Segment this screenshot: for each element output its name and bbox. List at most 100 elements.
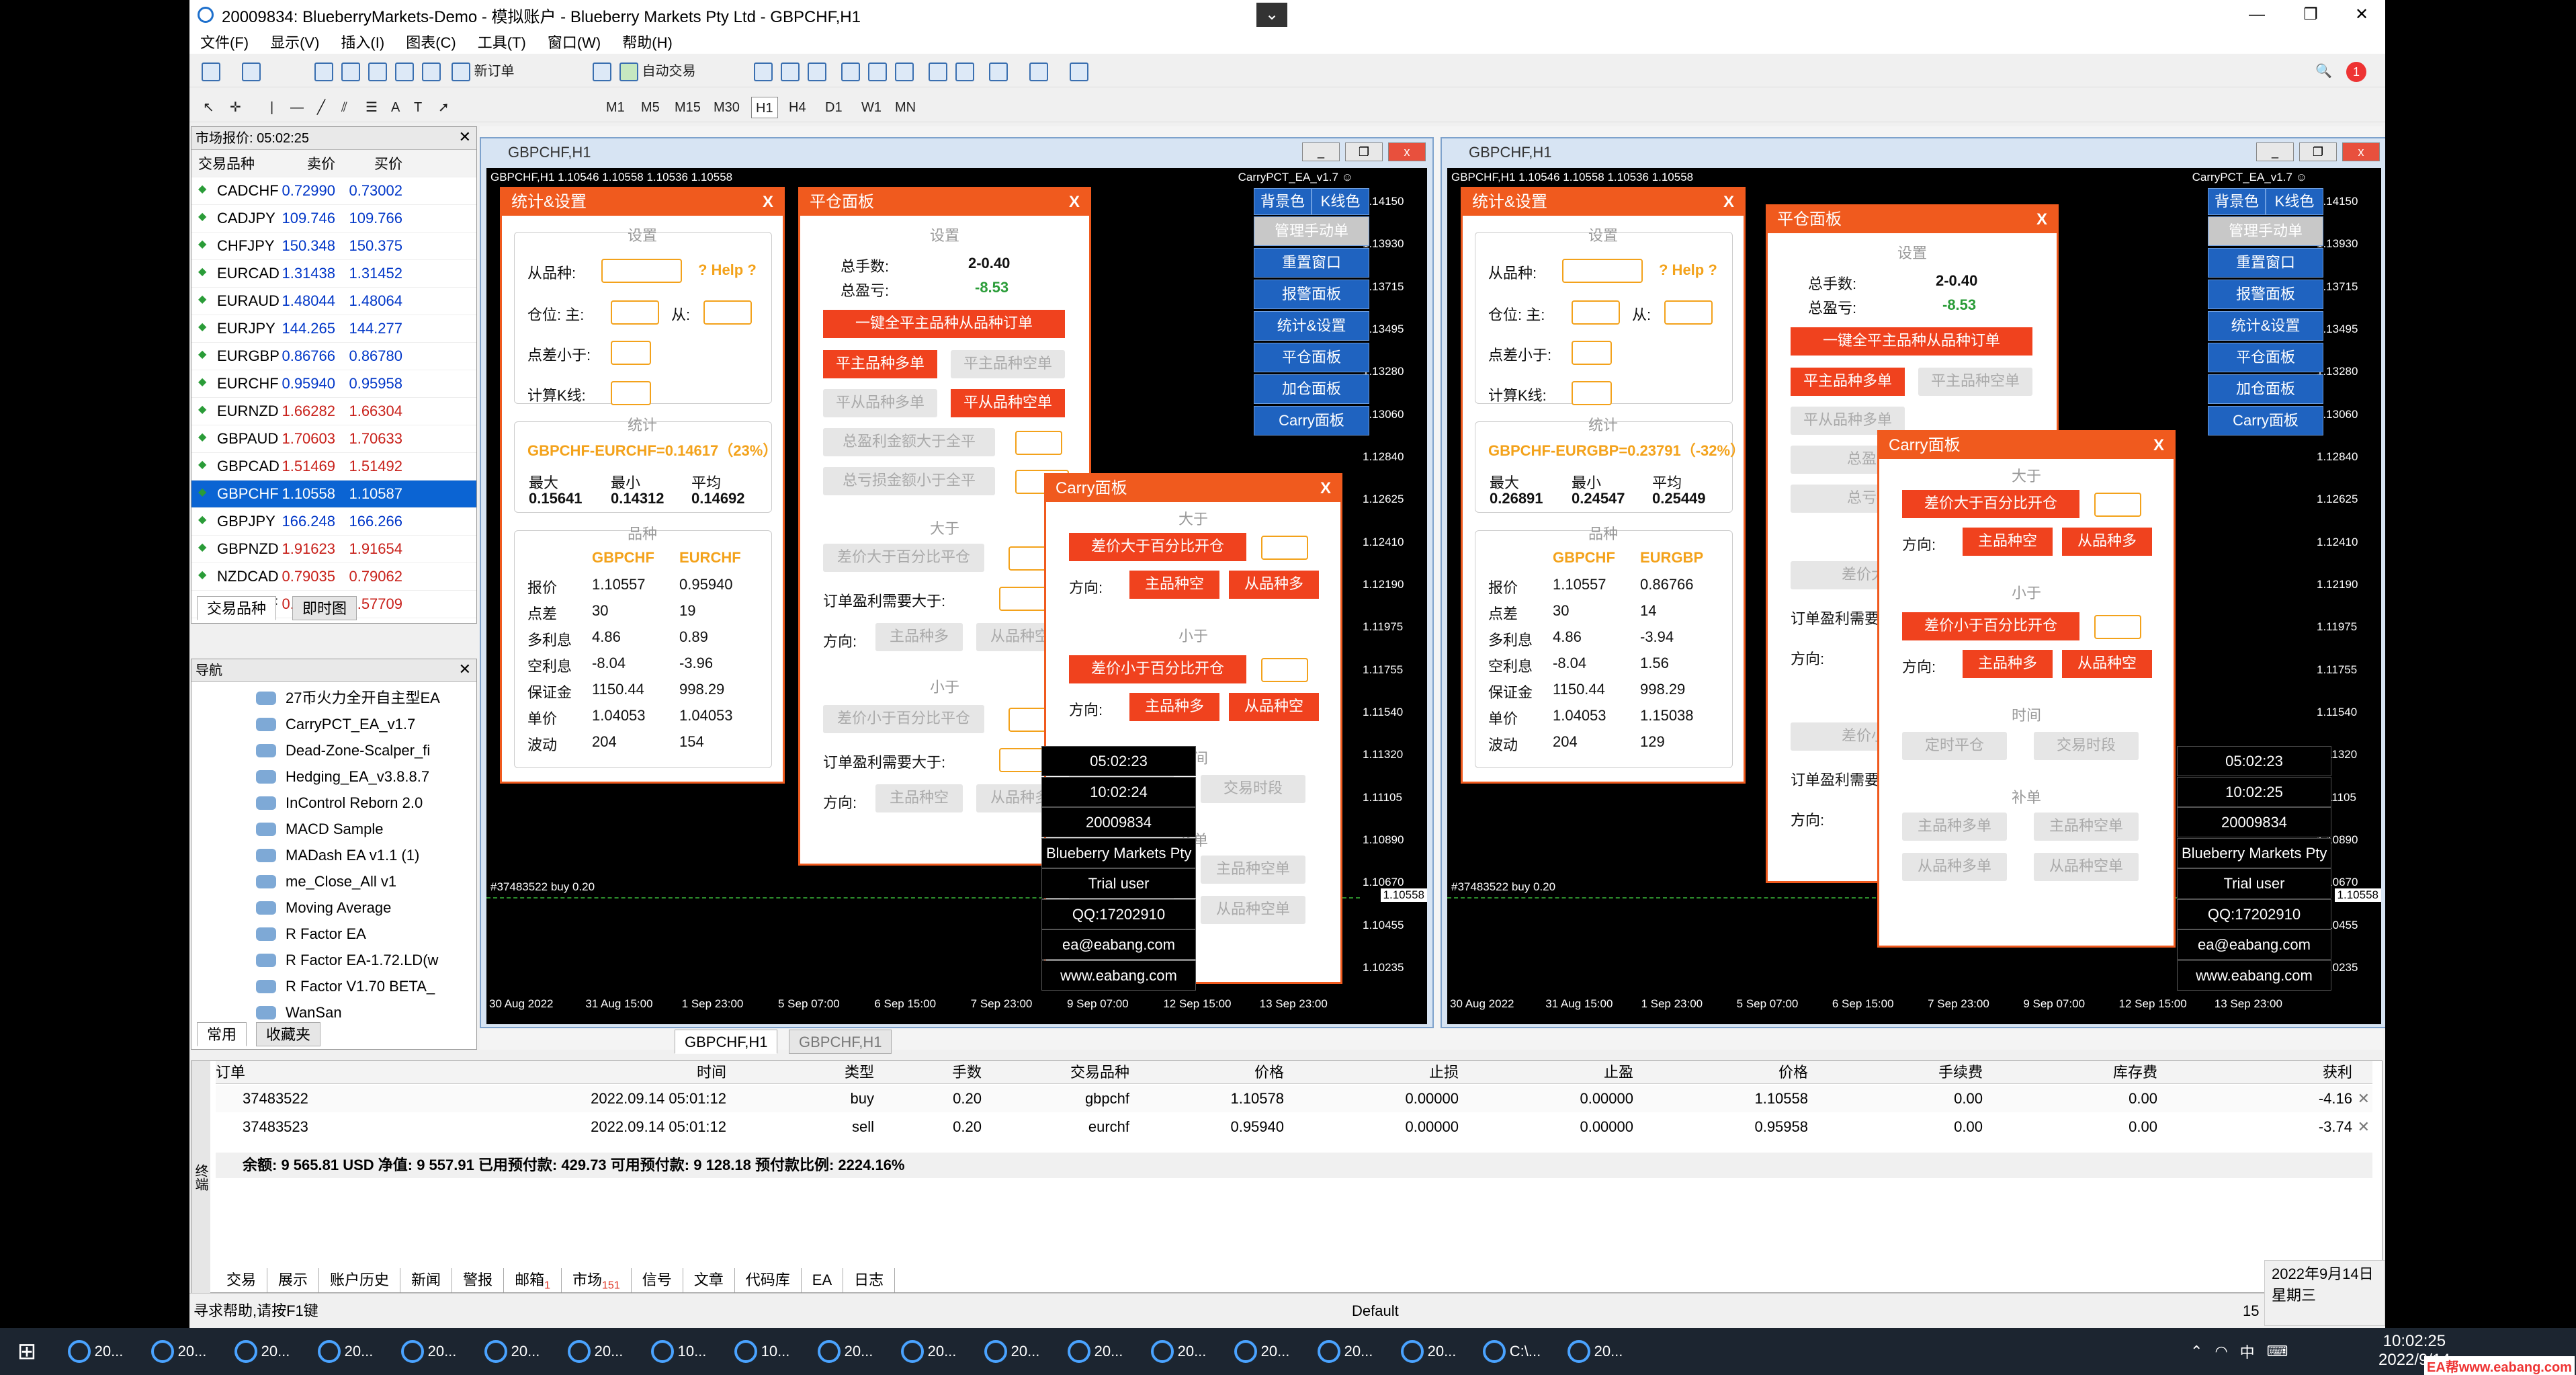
tab-common[interactable]: 常用 [197, 1022, 247, 1046]
taskbar-app[interactable]: 20... [470, 1328, 554, 1375]
help-link[interactable]: ? Help ? [698, 261, 757, 279]
bar-chart-icon[interactable] [754, 60, 773, 82]
text-icon[interactable]: A [391, 97, 400, 118]
close-icon[interactable]: X [2153, 432, 2164, 459]
col-ask[interactable]: 买价 [339, 153, 406, 173]
market-watch-row[interactable]: GBPAUD1.70603 1.70633 [191, 425, 476, 453]
restore-icon[interactable]: ❐ [2287, 0, 2334, 30]
trade-time-button[interactable]: 交易时段 [2034, 732, 2139, 760]
add-from-buy-button[interactable]: 从品种多单 [1902, 853, 2007, 881]
taskbar-app[interactable]: 20... [887, 1328, 970, 1375]
taskbar-app[interactable]: 20... [970, 1328, 1054, 1375]
carry-lt-button[interactable]: 差价小于百分比开仓 [1069, 655, 1246, 683]
close-all-button[interactable]: 一键全平主品种从品种订单 [823, 310, 1065, 338]
ime-indicator[interactable]: 中 [2240, 1341, 2255, 1362]
cursor-icon[interactable]: ↖ [203, 97, 214, 118]
taskbar-app[interactable]: 20... [1137, 1328, 1220, 1375]
carry-gt-input[interactable]: 50 [1261, 536, 1308, 560]
close-order-icon[interactable]: ✕ [2358, 1085, 2370, 1112]
new-order-button[interactable]: 新订单 [452, 60, 515, 82]
market-watch-row[interactable]: CADJPY 109.746 109.766 [191, 205, 476, 233]
tab-symbols[interactable]: 交易品种 [197, 596, 277, 620]
menu-view[interactable]: 显示(V) [259, 31, 330, 52]
navigator-ea-item[interactable]: Dead-Zone-Scalper_fi [191, 737, 476, 763]
carry-gt-dir-2[interactable]: 从品种多 [2062, 528, 2152, 556]
close-icon[interactable]: X [763, 189, 773, 216]
periods-icon[interactable] [1029, 60, 1048, 82]
menu-button[interactable]: 加仓面板 [1254, 374, 1369, 404]
crosshair-icon[interactable]: ✛ [230, 97, 241, 118]
zoom-out-icon[interactable] [868, 60, 887, 82]
navigator-ea-item[interactable]: CarryPCT_EA_v1.7 [191, 711, 476, 737]
minimize-icon[interactable]: _ [1302, 142, 1340, 161]
restore-icon[interactable]: ❐ [1345, 142, 1383, 161]
taskbar-app[interactable]: 20... [137, 1328, 220, 1375]
close-icon[interactable]: ✕ [2338, 0, 2385, 30]
candle-color-button[interactable]: K线色 [1312, 188, 1369, 215]
vertical-line-icon[interactable]: | [270, 97, 273, 118]
keyboard-icon[interactable]: ⌨ [2267, 1343, 2288, 1360]
close-gt-dir-1[interactable]: 主品种多 [875, 623, 963, 651]
carry-gt-dir-2[interactable]: 从品种多 [1229, 571, 1319, 599]
close-order-icon[interactable]: ✕ [2358, 1114, 2370, 1140]
col-bid[interactable]: 卖价 [272, 153, 339, 173]
close-icon[interactable]: X [2036, 206, 2047, 233]
taskbar-app[interactable]: C:\... [1470, 1328, 1553, 1375]
stats-panel[interactable]: 统计&设置 X 设置 从品种: EURGBP ? Help ? 仓位: 主: 0.2 从: 0.2… [1461, 187, 1746, 784]
add-main-sell-button[interactable]: 主品种空单 [1201, 856, 1305, 884]
navigator-ea-item[interactable]: Hedging_EA_v3.8.8.7 [191, 763, 476, 790]
taskbar-app[interactable]: 20... [304, 1328, 387, 1375]
terminal-tab[interactable]: 邮箱1 [504, 1268, 562, 1292]
terminal-tab[interactable]: 展示 [267, 1268, 320, 1292]
menu-tools[interactable]: 工具(T) [467, 31, 537, 52]
market-watch-row[interactable]: CADCHF0.72990 0.73002 [191, 177, 476, 205]
tester-icon[interactable] [422, 60, 441, 82]
menu-button[interactable]: 报警面板 [1254, 280, 1369, 309]
taskbar-app[interactable]: 10... [720, 1328, 804, 1375]
menu-button[interactable]: 统计&设置 [1254, 311, 1369, 341]
bars-input[interactable]: 120 [1572, 381, 1612, 405]
close-icon[interactable]: x [2342, 142, 2380, 161]
menu-insert[interactable]: 插入(I) [330, 31, 395, 52]
candles-icon[interactable] [781, 60, 800, 82]
close-main-sell-button[interactable]: 平主品种空单 [1918, 368, 2032, 396]
market-watch-row[interactable]: GBPCAD1.51469 1.51492 [191, 453, 476, 481]
tf-h4[interactable]: H4 [789, 97, 806, 118]
market-watch-row[interactable]: GBPNZD1.91623 1.91654 [191, 536, 476, 563]
bg-color-button[interactable]: 背景色 [1254, 188, 1312, 215]
tab-tick-chart[interactable]: 即时图 [292, 596, 357, 620]
market-watch-row[interactable]: EURJPY 144.265 144.277 [191, 315, 476, 343]
tf-m30[interactable]: M30 [714, 97, 740, 118]
profiles-icon[interactable] [242, 60, 261, 82]
tf-m5[interactable]: M5 [641, 97, 660, 118]
bg-color-button[interactable]: 背景色 [2208, 188, 2266, 215]
terminal-tab[interactable]: 日志 [843, 1268, 896, 1292]
fibonacci-icon[interactable]: ☰ [366, 97, 378, 118]
col-profit[interactable]: 获利 [2157, 1061, 2352, 1083]
carry-gt-dir-1[interactable]: 主品种空 [1129, 571, 1219, 599]
carry-lt-input[interactable]: 50 [2094, 615, 2141, 639]
close-main-sell-button[interactable]: 平主品种空单 [951, 350, 1065, 378]
lot-main-input[interactable]: 0.2 [611, 300, 659, 325]
total-profit-close-button[interactable]: 总盈利金额大于全平 [823, 428, 995, 456]
lot-from-input[interactable]: 0.2 [703, 300, 752, 325]
taskbar-app[interactable]: 20... [804, 1328, 887, 1375]
tf-h1[interactable]: H1 [751, 97, 778, 118]
close-from-sell-button[interactable]: 平从品种空单 [951, 389, 1065, 417]
search-icon[interactable]: 🔍 [2315, 60, 2332, 82]
add-from-sell-button[interactable]: 从品种空单 [1201, 896, 1305, 924]
menu-button[interactable]: Carry面板 [2208, 406, 2323, 435]
stats-panel[interactable]: 统计&设置 X 设置 从品种: EURCHF ? Help ? 仓位: 主: 0.2 从: 0.2… [500, 187, 785, 784]
chart-shift-icon[interactable] [929, 60, 947, 82]
from-symbol-input[interactable]: EURCHF [601, 259, 682, 283]
close-icon[interactable]: X [1723, 189, 1734, 216]
tf-mn[interactable]: MN [895, 97, 916, 118]
from-symbol-input[interactable]: EURGBP [1562, 259, 1643, 283]
minimize-icon[interactable]: _ [2256, 142, 2294, 161]
menu-button[interactable]: 平仓面板 [2208, 343, 2323, 372]
close-main-buy-button[interactable]: 平主品种多单 [823, 350, 937, 378]
carry-gt-button[interactable]: 差价大于百分比开仓 [1069, 533, 1246, 561]
taskbar-app[interactable]: 20... [220, 1328, 304, 1375]
tab-favorites[interactable]: 收藏夹 [256, 1022, 321, 1046]
trade-time-button[interactable]: 交易时段 [1201, 775, 1305, 803]
